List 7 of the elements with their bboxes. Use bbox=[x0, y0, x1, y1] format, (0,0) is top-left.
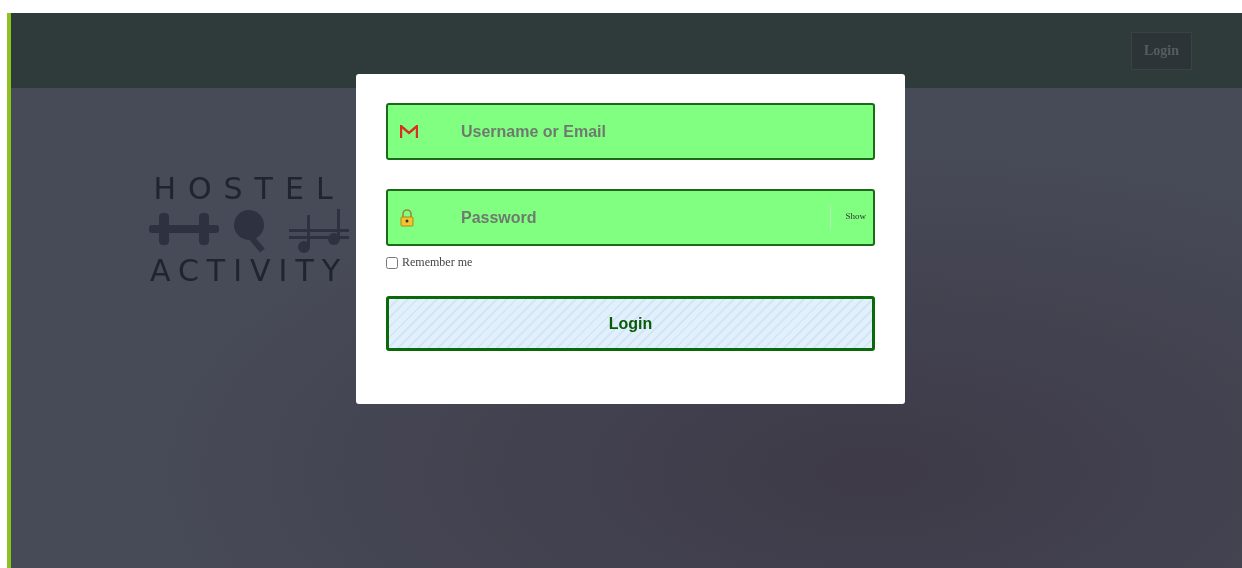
mail-icon bbox=[400, 124, 418, 139]
show-password-toggle[interactable]: Show bbox=[845, 211, 866, 221]
username-field[interactable]: Username or Email bbox=[386, 103, 875, 160]
padlock-icon bbox=[400, 208, 414, 227]
login-submit-button[interactable]: Login bbox=[386, 296, 875, 351]
remember-checkbox[interactable] bbox=[386, 256, 398, 269]
remember-label: Remember me bbox=[402, 255, 473, 270]
